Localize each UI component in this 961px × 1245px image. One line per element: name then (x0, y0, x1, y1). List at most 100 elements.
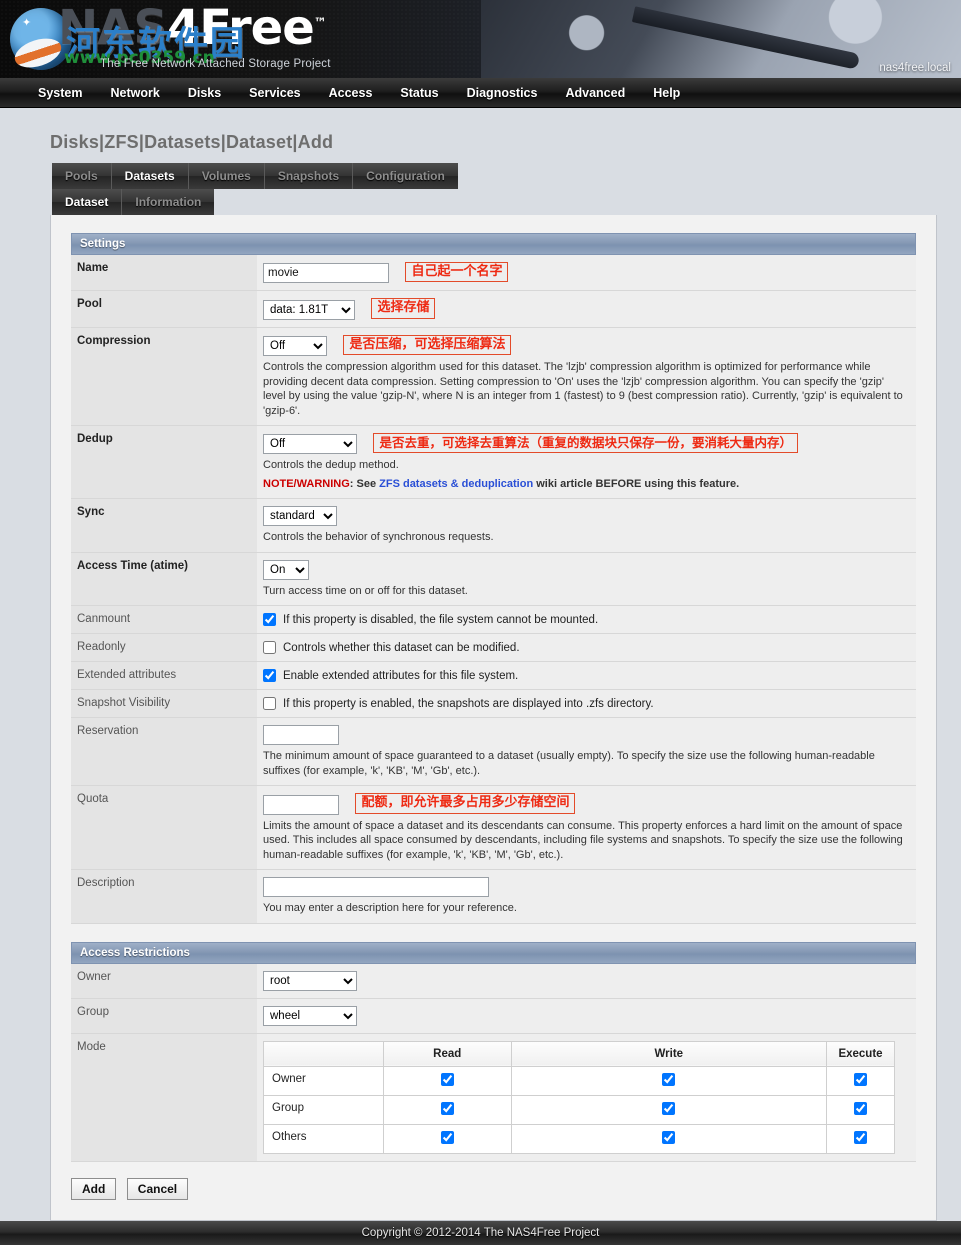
nav-item-status[interactable]: Status (386, 86, 452, 100)
mode-cell-others-execute[interactable] (826, 1124, 894, 1153)
readonly-checkbox[interactable] (263, 641, 276, 654)
label-snapdir: Snapshot Visibility (71, 690, 257, 718)
field-canmount: If this property is disabled, the file s… (257, 606, 916, 634)
label-reservation: Reservation (71, 718, 257, 786)
mode-col-write: Write (511, 1041, 826, 1066)
site-tagline: The Free Network Attached Storage Projec… (100, 58, 331, 70)
field-mode: Read Write Execute Owner Group (257, 1033, 916, 1161)
nav-item-network[interactable]: Network (96, 86, 173, 100)
form-actions: Add Cancel (71, 1178, 916, 1200)
row-compression: Compression Off 是否压缩，可选择压缩算法 Controls th… (71, 327, 916, 425)
mode-cell-others-read[interactable] (383, 1124, 511, 1153)
canmount-checkbox[interactable] (263, 613, 276, 626)
field-atime: On Turn access time on or off for this d… (257, 552, 916, 606)
dedup-wiki-link[interactable]: ZFS datasets & deduplication (379, 478, 533, 490)
row-pool: Pool data: 1.81T 选择存储 (71, 291, 916, 327)
row-owner: Owner root (71, 964, 916, 999)
field-snapdir: If this property is enabled, the snapsho… (257, 690, 916, 718)
tab-snapshots[interactable]: Snapshots (265, 163, 353, 189)
owner-select[interactable]: root (263, 971, 357, 991)
mode-others-execute-checkbox[interactable] (854, 1131, 867, 1144)
add-button[interactable]: Add (71, 1178, 116, 1200)
nav-item-diagnostics[interactable]: Diagnostics (453, 86, 552, 100)
mode-cell-owner-read[interactable] (383, 1066, 511, 1095)
page-content: Disks|ZFS|Datasets|Dataset|Add Pools Dat… (0, 132, 961, 1239)
mode-owner-write-checkbox[interactable] (662, 1073, 675, 1086)
dedup-select[interactable]: Off (263, 434, 357, 454)
tab-datasets[interactable]: Datasets (112, 163, 189, 189)
dedup-note-post: wiki article BEFORE using this feature. (533, 478, 739, 490)
access-restrictions-form: Owner root Group wheel Mode (71, 964, 916, 1162)
hostname-label: nas4free.local (879, 62, 951, 74)
mode-col-read: Read (383, 1041, 511, 1066)
label-name: Name (71, 255, 257, 291)
mode-others-write-checkbox[interactable] (662, 1131, 675, 1144)
row-description: Description You may enter a description … (71, 870, 916, 924)
readonly-text: Controls whether this dataset can be mod… (283, 642, 520, 654)
harddrive-actuator-arm (632, 6, 860, 69)
mode-group-read-checkbox[interactable] (441, 1102, 454, 1115)
field-xattr: Enable extended attributes for this file… (257, 662, 916, 690)
quota-input[interactable] (263, 795, 339, 815)
copyright-text: Copyright © 2012-2014 The NAS4Free Proje… (362, 1227, 600, 1239)
main-navigation[interactable]: System Network Disks Services Access Sta… (0, 78, 961, 108)
mode-cell-group-execute[interactable] (826, 1095, 894, 1124)
primary-tab-bar[interactable]: Pools Datasets Volumes Snapshots Configu… (52, 163, 961, 189)
secondary-tab-bar[interactable]: Dataset Information (52, 189, 961, 215)
label-compression: Compression (71, 327, 257, 425)
label-pool: Pool (71, 291, 257, 327)
mode-cell-group-write[interactable] (511, 1095, 826, 1124)
snapdir-checkbox[interactable] (263, 697, 276, 710)
label-dedup: Dedup (71, 426, 257, 499)
name-input[interactable] (263, 263, 389, 283)
snapdir-text: If this property is enabled, the snapsho… (283, 698, 654, 710)
xattr-text: Enable extended attributes for this file… (283, 670, 518, 682)
mode-others-read-checkbox[interactable] (441, 1131, 454, 1144)
description-quota: Limits the amount of space a dataset and… (263, 819, 909, 863)
nav-item-help[interactable]: Help (639, 86, 694, 100)
description-atime: Turn access time on or off for this data… (263, 584, 909, 599)
description-input[interactable] (263, 877, 489, 897)
row-name: Name 自己起一个名字 (71, 255, 916, 291)
row-atime: Access Time (atime) On Turn access time … (71, 552, 916, 606)
tab-information[interactable]: Information (122, 189, 214, 215)
label-group: Group (71, 998, 257, 1033)
description-dedup: Controls the dedup method. (263, 458, 909, 473)
dedup-note-pre: : See (350, 478, 379, 490)
breadcrumb: Disks|ZFS|Datasets|Dataset|Add (50, 132, 961, 153)
tab-pools[interactable]: Pools (52, 163, 112, 189)
tab-dataset[interactable]: Dataset (52, 189, 122, 215)
group-select[interactable]: wheel (263, 1006, 357, 1026)
mode-owner-execute-checkbox[interactable] (854, 1073, 867, 1086)
row-canmount: Canmount If this property is disabled, t… (71, 606, 916, 634)
mode-cell-owner-execute[interactable] (826, 1066, 894, 1095)
field-pool: data: 1.81T 选择存储 (257, 291, 916, 327)
reservation-input[interactable] (263, 725, 339, 745)
field-group: wheel (257, 998, 916, 1033)
mode-group-execute-checkbox[interactable] (854, 1102, 867, 1115)
nav-item-system[interactable]: System (24, 86, 96, 100)
mode-cell-group-read[interactable] (383, 1095, 511, 1124)
nav-item-access[interactable]: Access (315, 86, 387, 100)
label-sync: Sync (71, 499, 257, 553)
field-dedup: Off 是否去重，可选择去重算法（重复的数据块只保存一份，要消耗大量内存） Co… (257, 426, 916, 499)
xattr-checkbox[interactable] (263, 669, 276, 682)
pool-select[interactable]: data: 1.81T (263, 300, 355, 320)
mode-owner-read-checkbox[interactable] (441, 1073, 454, 1086)
nav-item-services[interactable]: Services (235, 86, 314, 100)
mode-cell-owner-write[interactable] (511, 1066, 826, 1095)
table-row: Group (264, 1095, 895, 1124)
nav-item-disks[interactable]: Disks (174, 86, 235, 100)
atime-select[interactable]: On (263, 560, 309, 580)
mode-cell-others-write[interactable] (511, 1124, 826, 1153)
tab-volumes[interactable]: Volumes (189, 163, 265, 189)
nav-item-advanced[interactable]: Advanced (551, 86, 639, 100)
label-xattr: Extended attributes (71, 662, 257, 690)
mode-group-write-checkbox[interactable] (662, 1102, 675, 1115)
compression-select[interactable]: Off (263, 336, 327, 356)
row-xattr: Extended attributes Enable extended attr… (71, 662, 916, 690)
tab-configuration[interactable]: Configuration (353, 163, 458, 189)
cancel-button[interactable]: Cancel (127, 1178, 188, 1200)
sync-select[interactable]: standard (263, 506, 337, 526)
field-quota: 配额，即允许最多占用多少存储空间 Limits the amount of sp… (257, 786, 916, 870)
